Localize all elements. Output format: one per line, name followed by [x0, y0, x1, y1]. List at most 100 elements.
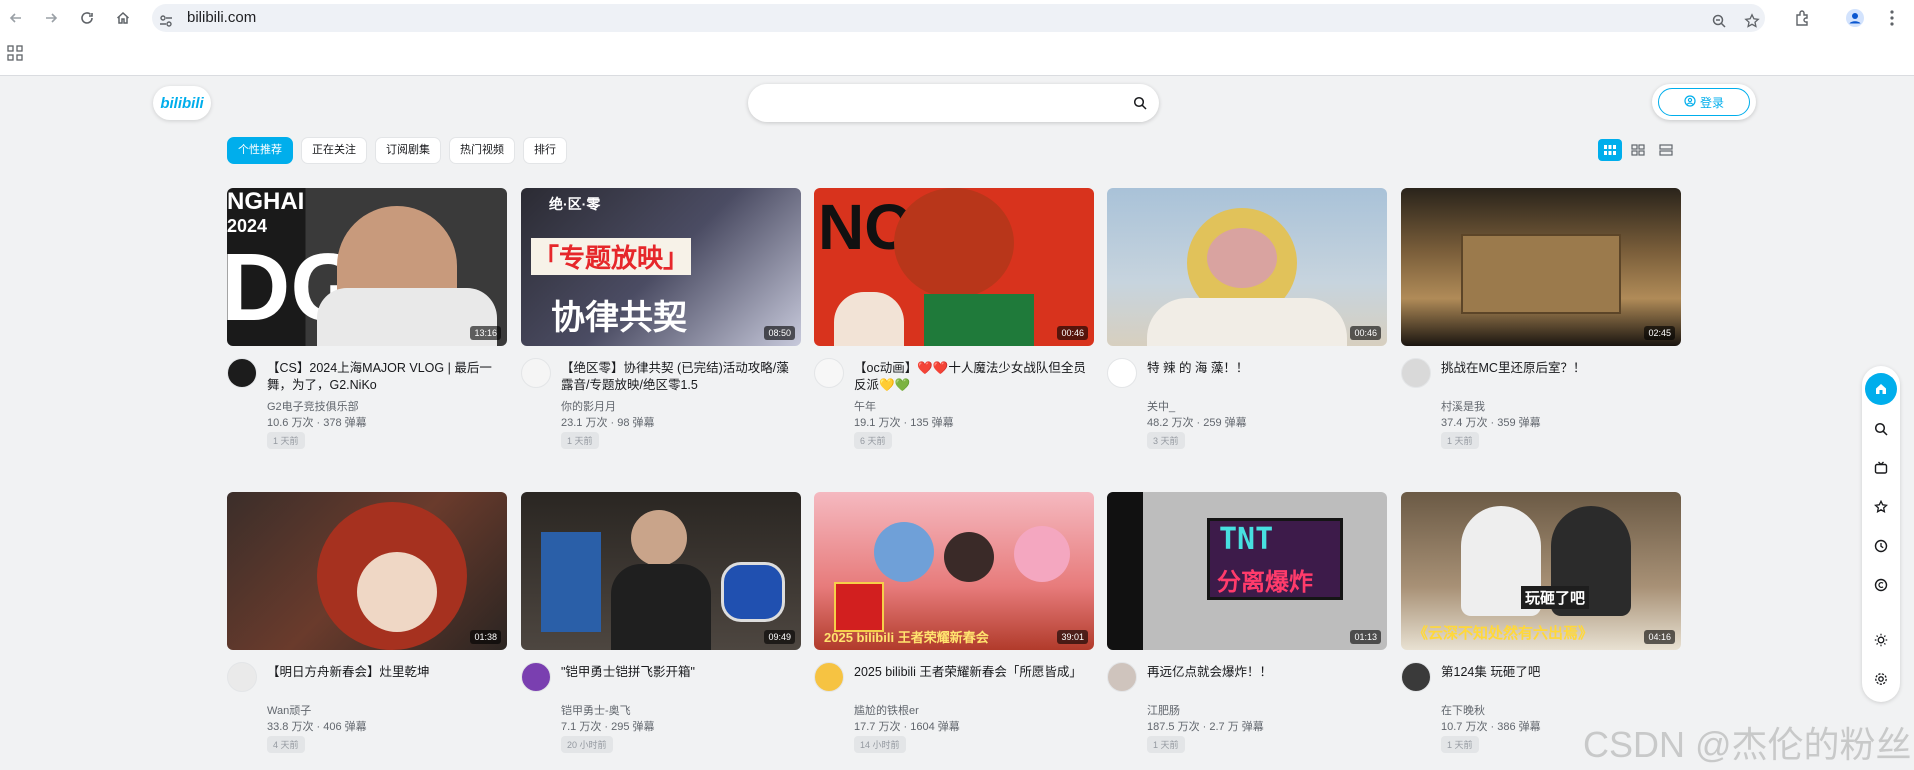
video-thumbnail[interactable]: NGHAI 2024 DG 13:16	[227, 188, 507, 346]
tab-ranking[interactable]: 排行	[523, 137, 567, 164]
tab-subscribed-series[interactable]: 订阅剧集	[375, 137, 441, 164]
menu-kebab-icon[interactable]	[1880, 6, 1904, 30]
home-icon[interactable]	[112, 7, 134, 29]
publish-time-badge: 6 天前	[854, 432, 892, 449]
publish-time-badge: 20 小时前	[561, 736, 613, 753]
video-card[interactable]: NGHAI 2024 DG 13:16 【CS】2024上海MAJOR VLOG…	[227, 188, 507, 449]
tab-popular[interactable]: 热门视频	[449, 137, 515, 164]
bookmarks-bar	[0, 36, 1914, 76]
uploader-avatar[interactable]	[227, 662, 257, 692]
search-input[interactable]	[764, 92, 1114, 114]
uploader-avatar[interactable]	[1107, 662, 1137, 692]
tv-icon[interactable]	[1871, 458, 1891, 478]
publish-time-badge: 1 天前	[1441, 736, 1479, 753]
video-card[interactable]: 00:46 特 辣 的 海 藻！！ 关中_ 48.2 万次 · 259 弹幕 3…	[1107, 188, 1387, 449]
video-stats: 7.1 万次 · 295 弹幕	[561, 721, 655, 733]
profile-avatar-icon[interactable]	[1843, 6, 1867, 30]
video-thumbnail[interactable]: 01:38	[227, 492, 507, 650]
uploader-avatar[interactable]	[521, 662, 551, 692]
side-toolbar	[1862, 366, 1900, 702]
bookmark-star-icon[interactable]	[1741, 10, 1763, 32]
video-title[interactable]: 【CS】2024上海MAJOR VLOG | 最后一舞，为了，G2.NiKo	[267, 360, 507, 394]
video-title[interactable]: 【绝区零】协律共契 (已完结)活动攻略/藻露音/专题放映/绝区零1.5	[561, 360, 801, 394]
login-button[interactable]: 登录	[1652, 84, 1756, 120]
video-stats: 187.5 万次 · 2.7 万 弹幕	[1147, 721, 1264, 733]
video-title[interactable]: "铠甲勇士铠拼飞影开箱"	[561, 664, 801, 681]
video-duration: 02:45	[1644, 326, 1675, 340]
uploader-name[interactable]: 关中_	[1147, 398, 1175, 414]
video-thumbnail[interactable]: 2025 bilibili 王者荣耀新春会 39:01	[814, 492, 1094, 650]
extensions-icon[interactable]	[1791, 6, 1815, 30]
uploader-name[interactable]: G2电子竞技俱乐部	[267, 398, 359, 414]
video-thumbnail[interactable]: 09:49	[521, 492, 801, 650]
video-thumbnail[interactable]: 02:45	[1401, 188, 1681, 346]
uploader-avatar[interactable]	[1401, 358, 1431, 388]
large-grid-layout-icon[interactable]	[1626, 139, 1650, 161]
video-thumbnail[interactable]: 玩砸了吧 《云深不知处然有六出焉》 04:16	[1401, 492, 1681, 650]
video-title[interactable]: 特 辣 的 海 藻！！	[1147, 360, 1387, 377]
site-settings-icon[interactable]	[155, 10, 177, 32]
video-title[interactable]: 再远亿点就会爆炸！！	[1147, 664, 1387, 681]
uploader-avatar[interactable]	[1107, 358, 1137, 388]
list-layout-icon[interactable]	[1654, 139, 1678, 161]
coin-icon[interactable]	[1871, 575, 1891, 595]
thumb-figure	[834, 292, 904, 346]
theme-sun-icon[interactable]	[1871, 630, 1891, 650]
video-card[interactable]: 2025 bilibili 王者荣耀新春会 39:01 2025 bilibil…	[814, 492, 1094, 753]
video-card[interactable]: 09:49 "铠甲勇士铠拼飞影开箱" 铠甲勇士-奥飞 7.1 万次 · 295 …	[521, 492, 801, 753]
uploader-name[interactable]: 你的影月月	[561, 398, 616, 414]
zoom-icon[interactable]	[1708, 10, 1730, 32]
forward-icon[interactable]	[40, 7, 62, 29]
video-duration: 01:38	[470, 630, 501, 644]
bilibili-logo[interactable]: bilibili	[153, 86, 211, 120]
video-card[interactable]: 绝·区·零 「专题放映」 协律共契 08:50 【绝区零】协律共契 (已完结)活…	[521, 188, 801, 449]
back-icon[interactable]	[5, 7, 27, 29]
home-icon[interactable]	[1865, 373, 1897, 405]
video-card[interactable]: 玩砸了吧 《云深不知处然有六出焉》 04:16 第124集 玩砸了吧 在下晚秋 …	[1401, 492, 1681, 753]
history-clock-icon[interactable]	[1871, 536, 1891, 556]
address-bar[interactable]	[152, 4, 1765, 32]
uploader-name[interactable]: 尴尬的铁根er	[854, 702, 919, 718]
uploader-avatar[interactable]	[1401, 662, 1431, 692]
search-icon[interactable]	[1871, 419, 1891, 439]
thumb-caption: 「专题放映」	[531, 238, 692, 275]
uploader-name[interactable]: 村溪是我	[1441, 398, 1485, 414]
video-title[interactable]: 【oc动画】❤️❤️十人魔法少女战队但全员反派💛💚	[854, 360, 1094, 394]
layout-switcher	[1598, 139, 1678, 161]
video-title[interactable]: 2025 bilibili 王者荣耀新春会「所愿皆成」	[854, 664, 1094, 681]
uploader-avatar[interactable]	[814, 358, 844, 388]
uploader-name[interactable]: 铠甲勇士-奥飞	[561, 702, 631, 718]
video-card[interactable]: 02:45 挑战在MC里还原后室？！ 村溪是我 37.4 万次 · 359 弹幕…	[1401, 188, 1681, 449]
uploader-avatar[interactable]	[521, 358, 551, 388]
uploader-name[interactable]: 午年	[854, 398, 876, 414]
tab-recommended[interactable]: 个性推荐	[227, 137, 293, 164]
thumb-caption: 绝·区·零	[549, 196, 601, 212]
csdn-watermark: CSDN @杰伦的粉丝	[1583, 724, 1912, 765]
apps-grid-icon[interactable]	[7, 45, 23, 66]
video-thumbnail[interactable]: TNT 分离爆炸 01:13	[1107, 492, 1387, 650]
video-card[interactable]: 01:38 【明日方舟新春会】灶里乾坤 Wan顽子 33.8 万次 · 406 …	[227, 492, 507, 753]
video-thumbnail[interactable]: 绝·区·零 「专题放映」 协律共契 08:50	[521, 188, 801, 346]
settings-gear-icon[interactable]	[1871, 669, 1891, 689]
video-stats: 23.1 万次 · 98 弹幕	[561, 417, 655, 429]
video-title[interactable]: 【明日方舟新春会】灶里乾坤	[267, 664, 507, 681]
video-card[interactable]: NO 00:46 【oc动画】❤️❤️十人魔法少女战队但全员反派💛💚 午年 19…	[814, 188, 1094, 449]
uploader-avatar[interactable]	[227, 358, 257, 388]
url-text[interactable]: bilibili.com	[187, 9, 256, 26]
grid-layout-icon[interactable]	[1598, 139, 1622, 161]
video-stats: 37.4 万次 · 359 弹幕	[1441, 417, 1541, 429]
tab-following[interactable]: 正在关注	[301, 137, 367, 164]
uploader-name[interactable]: Wan顽子	[267, 702, 311, 718]
uploader-avatar[interactable]	[814, 662, 844, 692]
uploader-name[interactable]: 江肥肠	[1147, 702, 1180, 718]
video-thumbnail[interactable]: NO 00:46	[814, 188, 1094, 346]
logo-text: bilibili	[160, 94, 204, 112]
video-thumbnail[interactable]: 00:46	[1107, 188, 1387, 346]
video-card[interactable]: TNT 分离爆炸 01:13 再远亿点就会爆炸！！ 江肥肠 187.5 万次 ·…	[1107, 492, 1387, 753]
video-title[interactable]: 挑战在MC里还原后室？！	[1441, 360, 1681, 377]
video-title[interactable]: 第124集 玩砸了吧	[1441, 664, 1681, 681]
favorite-star-icon[interactable]	[1871, 497, 1891, 517]
uploader-name[interactable]: 在下晚秋	[1441, 702, 1485, 718]
reload-icon[interactable]	[76, 7, 98, 29]
search-icon[interactable]	[1131, 94, 1149, 112]
